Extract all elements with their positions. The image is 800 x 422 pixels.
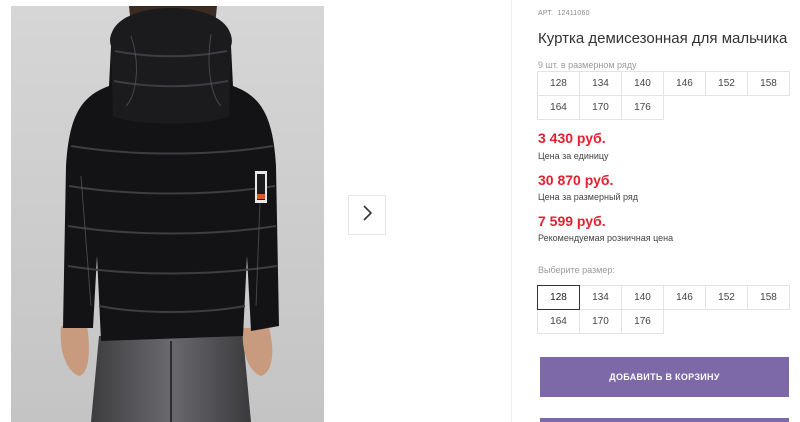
range-note: 9 шт. в размерном ряду bbox=[538, 60, 637, 70]
range-size: 140 bbox=[621, 71, 664, 96]
chevron-right-icon bbox=[362, 204, 373, 226]
range-size: 134 bbox=[579, 71, 622, 96]
size-option[interactable]: 158 bbox=[747, 285, 790, 310]
divider bbox=[511, 0, 512, 422]
jacket-illustration bbox=[11, 6, 324, 422]
size-option[interactable]: 140 bbox=[621, 285, 664, 310]
range-size: 170 bbox=[579, 95, 622, 120]
add-to-cart-button[interactable]: ДОБАВИТЬ В КОРЗИНУ bbox=[540, 357, 789, 397]
size-option[interactable]: 146 bbox=[663, 285, 706, 310]
range-size: 146 bbox=[663, 71, 706, 96]
product-gallery bbox=[0, 0, 512, 422]
size-option[interactable]: 134 bbox=[579, 285, 622, 310]
size-select-label: Выберите размер: bbox=[538, 265, 615, 275]
size-option[interactable]: 170 bbox=[579, 309, 622, 334]
range-size: 158 bbox=[747, 71, 790, 96]
product-title: Куртка демисезонная для мальчика bbox=[538, 30, 788, 47]
range-price-label: Цена за размерный ряд bbox=[538, 192, 639, 202]
range-size: 128 bbox=[537, 71, 580, 96]
size-option-selected[interactable]: 128 bbox=[537, 285, 580, 310]
product-photo[interactable] bbox=[11, 6, 324, 422]
product-info-panel: АРТ. 12411060 Куртка демисезонная для ма… bbox=[537, 0, 800, 422]
retail-price: 7 599 руб. bbox=[538, 213, 606, 229]
range-size: 176 bbox=[621, 95, 664, 120]
size-selector: 128 134 140 146 152 158 164 170 176 bbox=[537, 285, 790, 334]
article-number: АРТ. 12411060 bbox=[538, 10, 590, 17]
range-sizes-grid: 128 134 140 146 152 158 164 170 176 bbox=[537, 71, 790, 120]
size-option[interactable]: 176 bbox=[621, 309, 664, 334]
article-label: АРТ. bbox=[538, 10, 554, 17]
unit-price-label: Цена за единицу bbox=[538, 151, 609, 161]
range-size: 152 bbox=[705, 71, 748, 96]
retail-price-label: Рекомендуемая розничная цена bbox=[538, 233, 674, 243]
range-size: 164 bbox=[537, 95, 580, 120]
next-image-button[interactable] bbox=[348, 195, 386, 235]
article-value: 12411060 bbox=[557, 10, 590, 17]
unit-price: 3 430 руб. bbox=[538, 130, 606, 146]
range-price: 30 870 руб. bbox=[538, 172, 614, 188]
secondary-button[interactable] bbox=[540, 418, 789, 422]
size-option[interactable]: 164 bbox=[537, 309, 580, 334]
size-option[interactable]: 152 bbox=[705, 285, 748, 310]
